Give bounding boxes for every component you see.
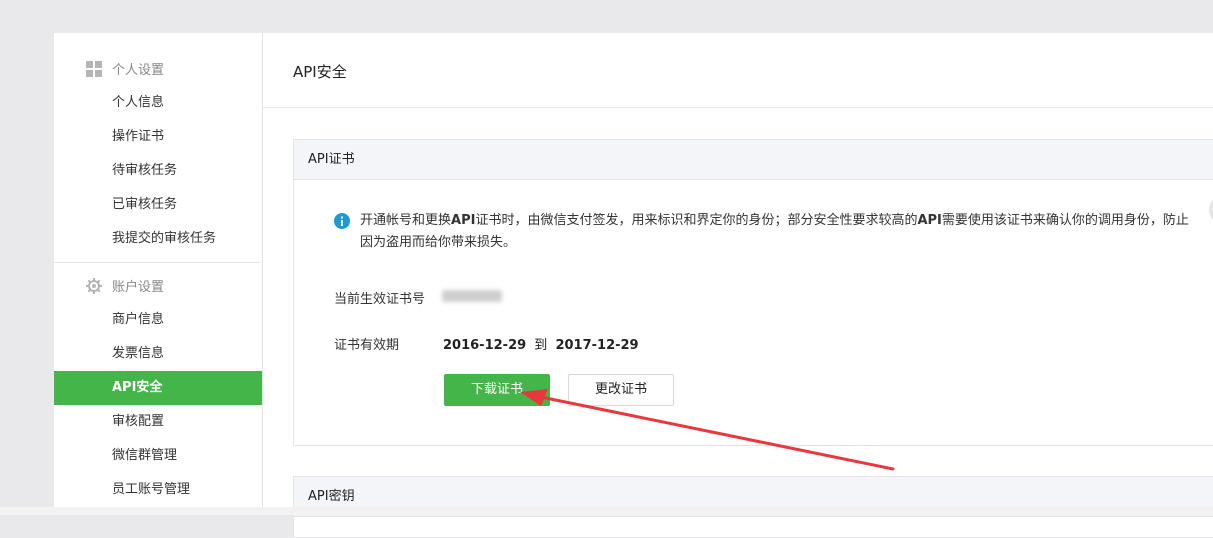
validity-value: 2016-12-29 到 2017-12-29: [443, 334, 639, 353]
sidebar-item-label: 微信群管理: [112, 448, 178, 463]
sidebar-item-label: 员工账号管理: [112, 482, 191, 497]
download-cert-button[interactable]: 下载证书: [444, 374, 550, 406]
valid-to: 2017-12-29: [555, 338, 639, 353]
sidebar-item-merchant-info[interactable]: 商户信息: [54, 303, 262, 337]
sidebar-item-my-submitted[interactable]: 我提交的审核任务: [54, 222, 262, 256]
cert-number-redacted: [442, 290, 502, 302]
info-text-bold: API: [917, 213, 942, 228]
personal-settings-group: 个人设置: [54, 51, 262, 85]
scroll-handle[interactable]: [1209, 195, 1213, 225]
sidebar-item-label: 发票信息: [112, 346, 165, 361]
sidebar-divider: [54, 262, 262, 263]
sidebar-item-label: 个人信息: [112, 95, 165, 110]
grid-icon: [86, 61, 102, 77]
sidebar-item-label: 待审核任务: [112, 163, 178, 178]
cert-info-notice: 开通帐号和更换API证书时，由微信支付签发，用来标识和界定你的身份；部分安全性要…: [334, 210, 1194, 254]
gear-icon: [86, 278, 102, 294]
sidebar: 个人设置 个人信息 操作证书 待审核任务 已审核任务 我提交的审核任务 账户设置…: [54, 33, 263, 515]
personal-settings-label: 个人设置: [112, 62, 165, 78]
validity-label: 证书有效期: [334, 338, 400, 353]
sidebar-item-label: 操作证书: [112, 129, 165, 144]
account-settings-label: 账户设置: [112, 279, 165, 295]
sidebar-item-pending-review[interactable]: 待审核任务: [54, 154, 262, 188]
sidebar-item-personal-info[interactable]: 个人信息: [54, 86, 262, 120]
valid-from: 2016-12-29: [443, 338, 527, 353]
info-text-part: 开通帐号和更换: [360, 213, 452, 228]
account-settings-group: 账户设置: [54, 268, 262, 302]
sidebar-item-invoice-info[interactable]: 发票信息: [54, 337, 262, 371]
sidebar-item-wechat-group[interactable]: 微信群管理: [54, 439, 262, 473]
api-cert-heading: API证书: [294, 140, 1213, 180]
info-icon: [334, 213, 350, 229]
sidebar-item-label: 已审核任务: [112, 197, 178, 212]
sidebar-item-review-config[interactable]: 审核配置: [54, 405, 262, 439]
sidebar-item-label: 审核配置: [112, 414, 165, 429]
sidebar-item-label: 商户信息: [112, 312, 165, 327]
main-content: API安全 API证书 开通帐号和更换API证书时，由微信支付签发，用来标识和界…: [263, 33, 1213, 538]
sidebar-item-label: 我提交的审核任务: [112, 231, 217, 246]
valid-to-word: 到: [534, 338, 548, 353]
title-divider: [263, 107, 1213, 108]
current-cert-label: 当前生效证书号: [334, 292, 426, 307]
sidebar-item-operation-cert[interactable]: 操作证书: [54, 120, 262, 154]
bottom-strip: [0, 507, 1213, 515]
page-title: API安全: [293, 63, 347, 81]
sidebar-item-staff-accounts[interactable]: 员工账号管理: [54, 473, 262, 507]
change-cert-button[interactable]: 更改证书: [568, 374, 674, 406]
api-cert-panel: API证书 开通帐号和更换API证书时，由微信支付签发，用来标识和界定你的身份；…: [293, 139, 1213, 446]
sidebar-item-api-security[interactable]: API安全: [54, 371, 262, 405]
info-text-bold: API: [451, 213, 476, 228]
sidebar-item-label: API安全: [112, 380, 163, 395]
cert-info-text: 开通帐号和更换API证书时，由微信支付签发，用来标识和界定你的身份；部分安全性要…: [360, 210, 1194, 254]
sidebar-item-reviewed[interactable]: 已审核任务: [54, 188, 262, 222]
info-text-part: 证书时，由微信支付签发，用来标识和界定你的身份；部分安全性要求较高的: [475, 213, 918, 228]
